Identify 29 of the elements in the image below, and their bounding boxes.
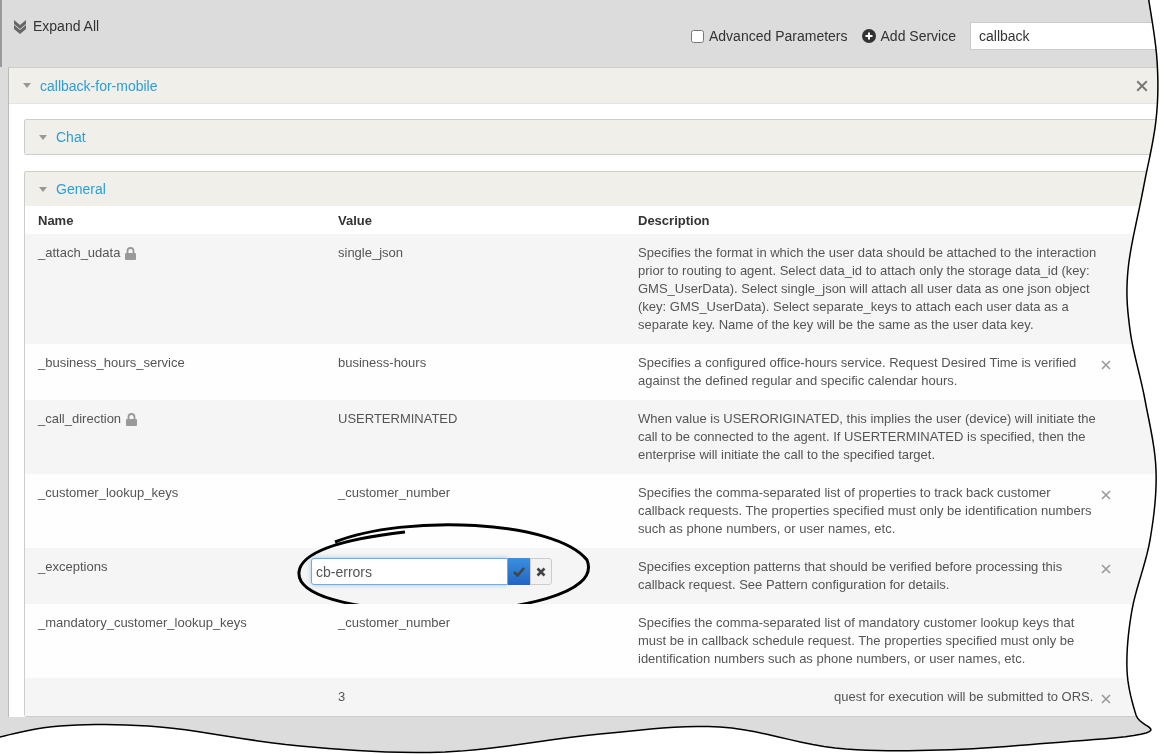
add-service-button[interactable]: Add Service <box>861 28 956 44</box>
parameter-description: Specifies the format in which the user data should be attached to the interaction prior to routing to agent. Select data_id to attach only the storage data_id (key: GMS_UserData). Select single_json will attach all user data as one json object (key: GMS_UserData). Select separate_keys to attach each user data as a separate key. Name of the key will be the same as the user data key. <box>638 245 1097 332</box>
group-title[interactable]: Chat <box>56 129 86 145</box>
parameter-description: Specifies the comma-separated list of properties to track back customer callback requests. The properties specified must only be identification numbers such as phone numbers, or user names, etc. <box>638 485 1092 536</box>
column-header: Description <box>637 212 711 228</box>
column-header: Name <box>37 212 75 228</box>
parameter-value: business-hours <box>338 355 427 370</box>
parameter-value: single_json <box>338 245 404 260</box>
parameter-name: _mandatory_customer_lookup_keys <box>38 614 247 632</box>
parameter-name: _attach_udata <box>38 244 121 262</box>
value-field[interactable]: cb-errors <box>311 558 508 585</box>
parameter-name: _exceptions <box>38 558 108 576</box>
parameter-value: _customer_number <box>338 485 450 500</box>
service-title[interactable]: callback-for-mobile <box>40 77 158 94</box>
parameter-name: _business_hours_service <box>38 354 185 372</box>
checkbox-label: Advanced Parameters <box>709 28 848 44</box>
group-title[interactable]: General <box>56 181 106 197</box>
parameter-description: Specifies a configured office-hours service. Request Desired Time is verified against the defined regular and specific calendar hours. <box>638 355 1077 388</box>
parameter-description: Specifies the comma-separated list of mandatory customer lookup keys that must be in callback schedule request. The properties specified must only be identification numbers such as phone numbers, or user names, etc. <box>638 615 1075 666</box>
parameter-value: 3 <box>338 689 346 704</box>
parameter-name: _customer_lookup_keys <box>38 484 179 502</box>
parameter-description: quest for execution will be submitted to ORS. <box>834 689 1094 704</box>
parameter-value: USERTERMINATED <box>338 411 458 426</box>
parameter-description: When value is USERORIGINATED, this implies the user (device) will initiate the call to be connected to the agent. If USERTERMINATED is specified, then the enterprise will initiate the call to the specified target. <box>638 411 1096 462</box>
parameter-description: Specifies exception patterns that should be verified before processing this callback request. See Pattern configuration for details. <box>638 559 1063 592</box>
parameter-name: _call_direction <box>38 410 122 428</box>
parameter-value: _customer_number <box>338 615 450 630</box>
expand-all-button[interactable]: Expand All <box>12 18 100 34</box>
column-header: Value <box>337 212 373 228</box>
